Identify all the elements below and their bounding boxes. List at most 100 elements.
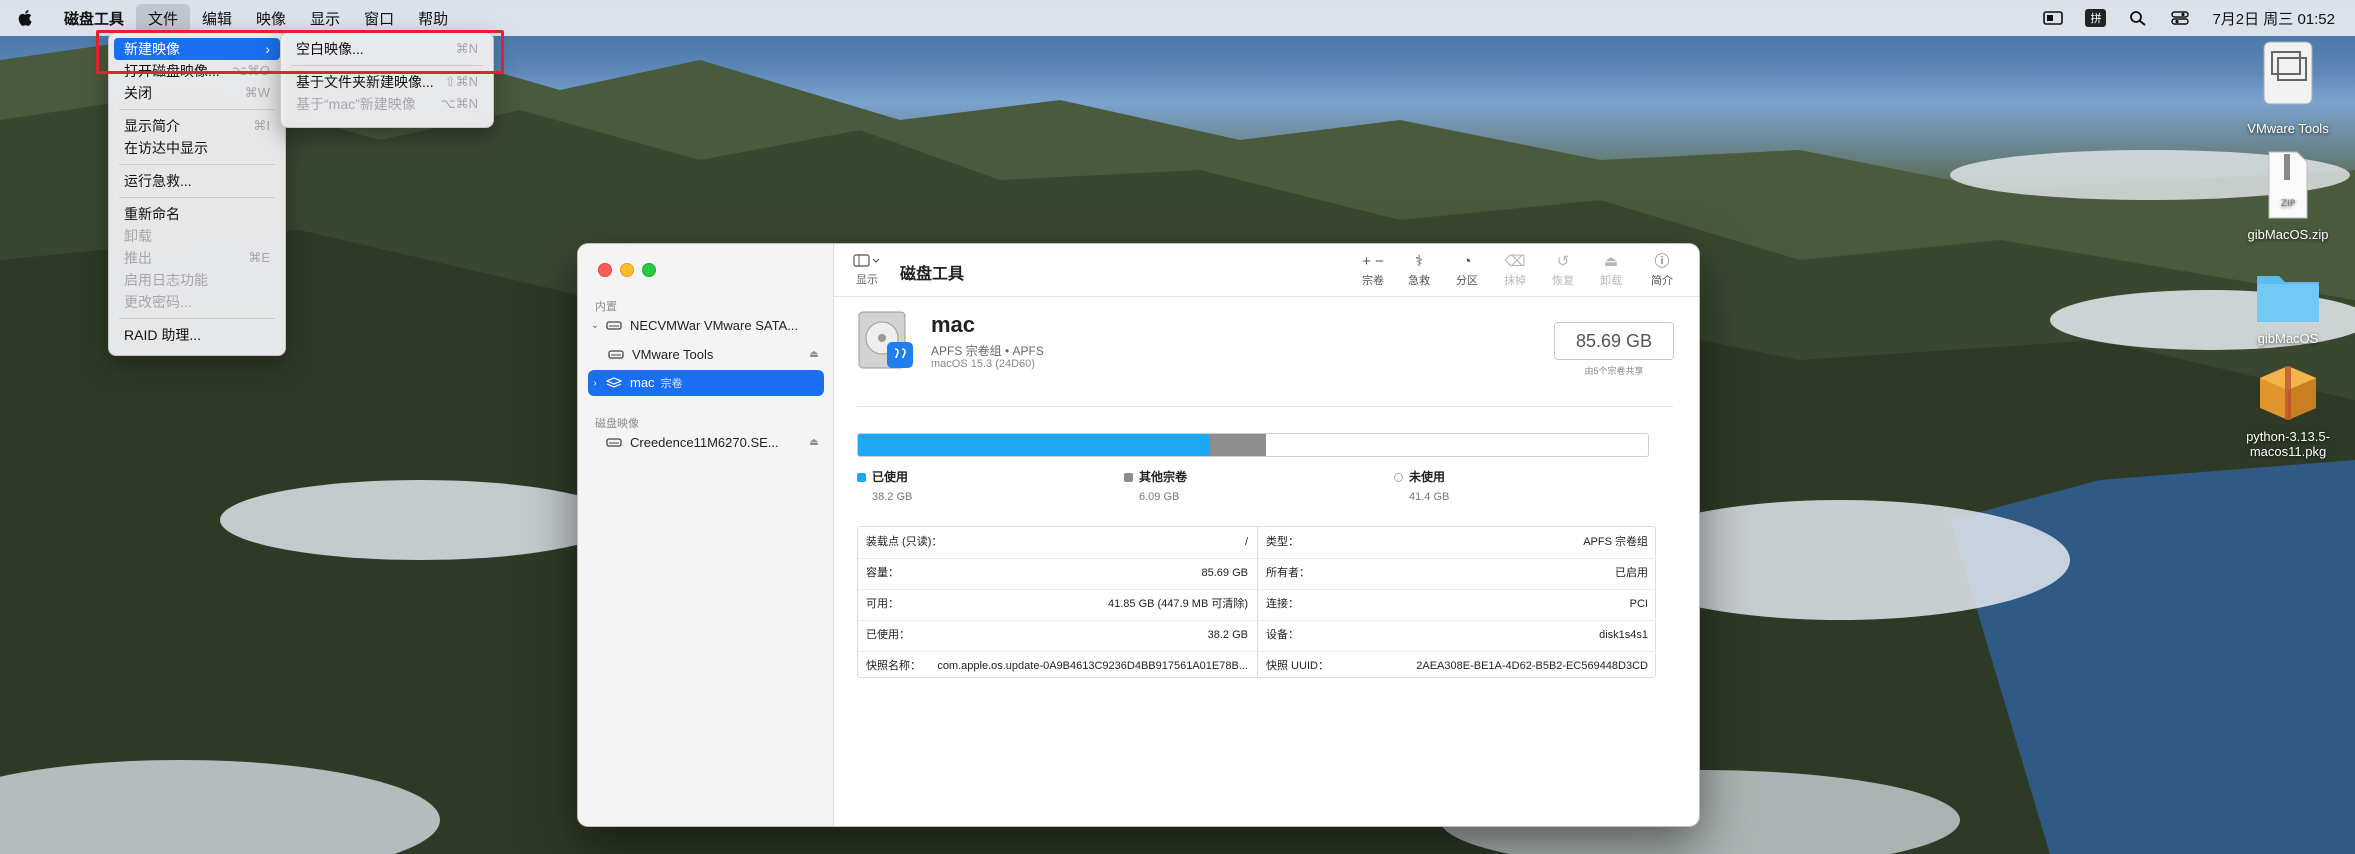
menu-item-eject[interactable]: 推出 ⌘E — [114, 247, 280, 269]
info-key: 设备： — [1266, 629, 1299, 641]
info-row-type: 类型： APFS 宗卷组 — [1258, 527, 1656, 559]
desktop-icon-vmware-tools[interactable]: VMware Tools — [2228, 38, 2348, 136]
volume-name: mac — [931, 312, 976, 337]
desktop-icon-label: gibMacOS — [2257, 331, 2319, 346]
info-key: 已使用： — [866, 629, 910, 641]
info-value: / — [1244, 536, 1248, 548]
unmount-icon: ⏏ — [1603, 253, 1619, 270]
usage-bar-other-volumes — [1210, 434, 1266, 456]
chevron-down-icon[interactable]: ⌄ — [588, 320, 602, 331]
partition-button[interactable]: ◔ 分区 — [1447, 252, 1487, 288]
menu-image[interactable]: 映像 — [244, 4, 298, 33]
menubar-clock[interactable]: 7月2日 周三 01:52 — [2212, 8, 2335, 29]
legend-other-volumes: 其他宗卷 6.09 GB — [1124, 468, 1187, 503]
info-table: 装载点 (只读)： / 容量： 85.69 GB 可用： 41.85 GB (447.… — [857, 526, 1656, 678]
info-key: 快照名称： — [866, 660, 921, 672]
stethoscope-icon: ⚕ — [1414, 253, 1424, 270]
toolbar-label: 分区 — [1456, 275, 1478, 287]
toolbar-label: 宗卷 — [1362, 275, 1384, 287]
control-center-icon[interactable] — [2170, 10, 2190, 26]
svg-text:ZIP: ZIP — [2281, 199, 2296, 209]
menu-item-first-aid[interactable]: 运行急救... — [114, 170, 280, 192]
pie-chart-icon: ◔ — [1462, 253, 1472, 270]
info-button[interactable]: ⓘ 简介 — [1642, 252, 1682, 288]
menu-item-close[interactable]: 关闭 ⌘W — [114, 82, 280, 104]
menu-item-show-in-finder[interactable]: 在访达中显示 — [114, 137, 280, 159]
toolbar-label: 卸载 — [1600, 275, 1622, 287]
eject-icon[interactable]: ⏏ — [804, 349, 824, 360]
usage-bar-free — [1266, 434, 1648, 456]
menu-item-shortcut: ⌥⌘N — [440, 96, 478, 111]
hard-drive-icon — [606, 438, 622, 447]
first-aid-button[interactable]: ⚕ 急救 — [1399, 252, 1439, 288]
apple-icon[interactable] — [16, 8, 36, 28]
menu-item-label: 更改密码... — [124, 294, 192, 310]
menu-item-image-from-folder[interactable]: 基于文件夹新建映像... ⇧⌘N — [286, 71, 488, 93]
info-column-left: 装载点 (只读)： / 容量： 85.69 GB 可用： 41.85 GB (447.… — [858, 527, 1256, 677]
info-key: 容量： — [866, 567, 899, 579]
menu-help[interactable]: 帮助 — [406, 4, 460, 33]
unmount-button[interactable]: ⏏ 卸载 — [1591, 252, 1631, 288]
volume-header: mac APFS 宗卷组 • APFS macOS 15.3 (24D60) 8… — [834, 296, 1699, 416]
sidebar-item-label: mac — [630, 375, 655, 390]
sidebar-item-vmware-tools[interactable]: VMware Tools ⏏ — [604, 341, 824, 367]
menu-item-image-from-mac[interactable]: 基于“mac”新建映像 ⌥⌘N — [286, 93, 488, 115]
info-row-snapshot-uuid: 快照 UUID： 2AEA308E-BE1A-4D62-B5B2-EC569448… — [1258, 651, 1656, 682]
menu-edit[interactable]: 编辑 — [190, 4, 244, 33]
restore-button[interactable]: ↺ 恢复 — [1543, 252, 1583, 288]
chevron-right-icon[interactable]: › — [588, 378, 602, 389]
info-key: 所有者： — [1266, 567, 1310, 579]
desktop-icon-python-pkg[interactable]: python-3.13.5-macos11.pkg — [2228, 362, 2348, 459]
info-row-owners: 所有者： 已启用 — [1258, 558, 1656, 590]
menu-separator — [119, 197, 275, 198]
toolbar-label: 简介 — [1651, 275, 1673, 287]
menu-separator — [119, 109, 275, 110]
menu-window[interactable]: 窗口 — [352, 4, 406, 33]
menu-item-label: 重新命名 — [124, 206, 180, 222]
menu-view[interactable]: 显示 — [298, 4, 352, 33]
search-icon[interactable] — [2128, 10, 2148, 26]
menu-item-shortcut: ⇧⌘N — [444, 74, 478, 89]
disk-utility-window: 内置 ⌄ NECVMWar VMware SATA... VMware Tool… — [577, 243, 1700, 827]
info-row-connection: 连接： PCI — [1258, 589, 1656, 621]
sidebar-item-mac-volume[interactable]: › mac 宗卷 — [588, 370, 824, 396]
info-row-mount-point: 装载点 (只读)： / — [858, 527, 1256, 559]
view-button[interactable]: 显示 — [852, 254, 882, 287]
info-value: PCI — [1629, 598, 1648, 610]
info-value: disk1s4s1 — [1599, 629, 1648, 641]
zip-file-icon: ZIP — [2268, 151, 2308, 219]
info-column-right: 类型： APFS 宗卷组 所有者： 已启用 连接： PCI 设备： disk1s4s1 … — [1257, 527, 1656, 677]
desktop-icon-label: python-3.13.5-macos11.pkg — [2246, 429, 2330, 459]
window-title: 磁盘工具 — [900, 266, 965, 283]
zoom-button[interactable] — [642, 263, 656, 277]
legend-swatch — [1394, 473, 1403, 483]
menu-item-get-info[interactable]: 显示简介 ⌘I — [114, 115, 280, 137]
toolbar-label: 急救 — [1408, 275, 1430, 287]
menu-app-name[interactable]: 磁盘工具 — [52, 4, 136, 33]
sidebar-item-creedence-image[interactable]: Creedence11M6270.SE... ⏏ — [588, 429, 824, 455]
minimize-button[interactable] — [620, 263, 634, 277]
desktop-icon-gibmacos-zip[interactable]: ZIP gibMacOS.zip — [2228, 150, 2348, 242]
menu-item-unmount[interactable]: 卸载 — [114, 225, 280, 247]
volume-button[interactable]: + − 宗卷 — [1348, 252, 1398, 288]
sidebar-item-label: VMware Tools — [632, 346, 714, 362]
menu-item-enable-journaling[interactable]: 启用日志功能 — [114, 269, 280, 291]
menu-item-raid-assistant[interactable]: RAID 助理... — [114, 324, 280, 346]
info-value: 85.69 GB — [1201, 567, 1248, 579]
menu-item-change-password[interactable]: 更改密码... — [114, 291, 280, 313]
usage-bar-used — [858, 434, 1210, 456]
erase-button[interactable]: ⌫ 抹掉 — [1495, 252, 1535, 288]
sidebar-item-necvmwar-disk[interactable]: ⌄ NECVMWar VMware SATA... — [588, 312, 824, 338]
eject-icon[interactable]: ⏏ — [804, 437, 824, 448]
sidebar-toggle-icon — [853, 254, 880, 267]
menu-separator — [119, 318, 275, 319]
menu-item-label: 卸载 — [124, 228, 152, 244]
menu-item-rename[interactable]: 重新命名 — [114, 203, 280, 225]
menu-file[interactable]: 文件 — [136, 3, 191, 33]
close-button[interactable] — [598, 263, 612, 277]
input-method-indicator[interactable]: 拼 — [2085, 9, 2107, 27]
main-pane: 显示 磁盘工具 + − 宗卷 ⚕ 急救 ◔ 分区 ⌫ 抹掉 ↺ 恢复 ⏏ 卸载 … — [834, 244, 1699, 826]
volume-os-version: macOS 15.3 (24D60) — [931, 358, 1035, 370]
screen-mirroring-icon[interactable] — [2043, 10, 2064, 26]
desktop-icon-gibmacos-folder[interactable]: gibMacOS — [2228, 268, 2348, 346]
